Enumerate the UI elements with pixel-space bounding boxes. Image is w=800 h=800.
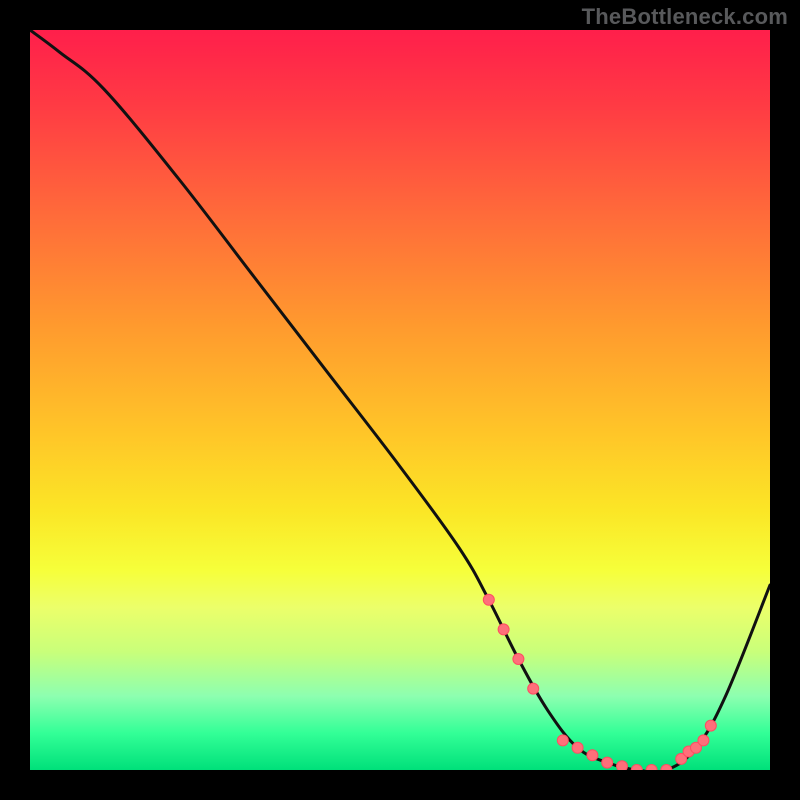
watermark-text: TheBottleneck.com (582, 4, 788, 30)
data-point (572, 742, 583, 753)
data-point (698, 735, 709, 746)
data-point (528, 683, 539, 694)
data-point (617, 761, 628, 770)
chart-stage: TheBottleneck.com (0, 0, 800, 800)
data-point (646, 765, 657, 771)
data-point (483, 594, 494, 605)
data-point (513, 654, 524, 665)
data-point (676, 753, 687, 764)
data-point (602, 757, 613, 768)
data-point (631, 765, 642, 771)
data-point (587, 750, 598, 761)
data-point (498, 624, 509, 635)
marker-group (483, 594, 716, 770)
data-point (661, 765, 672, 771)
bottleneck-curve (30, 30, 770, 770)
data-point (683, 746, 694, 757)
data-point (557, 735, 568, 746)
plot-area (30, 30, 770, 770)
curve-layer (30, 30, 770, 770)
data-point (705, 720, 716, 731)
data-point (691, 742, 702, 753)
